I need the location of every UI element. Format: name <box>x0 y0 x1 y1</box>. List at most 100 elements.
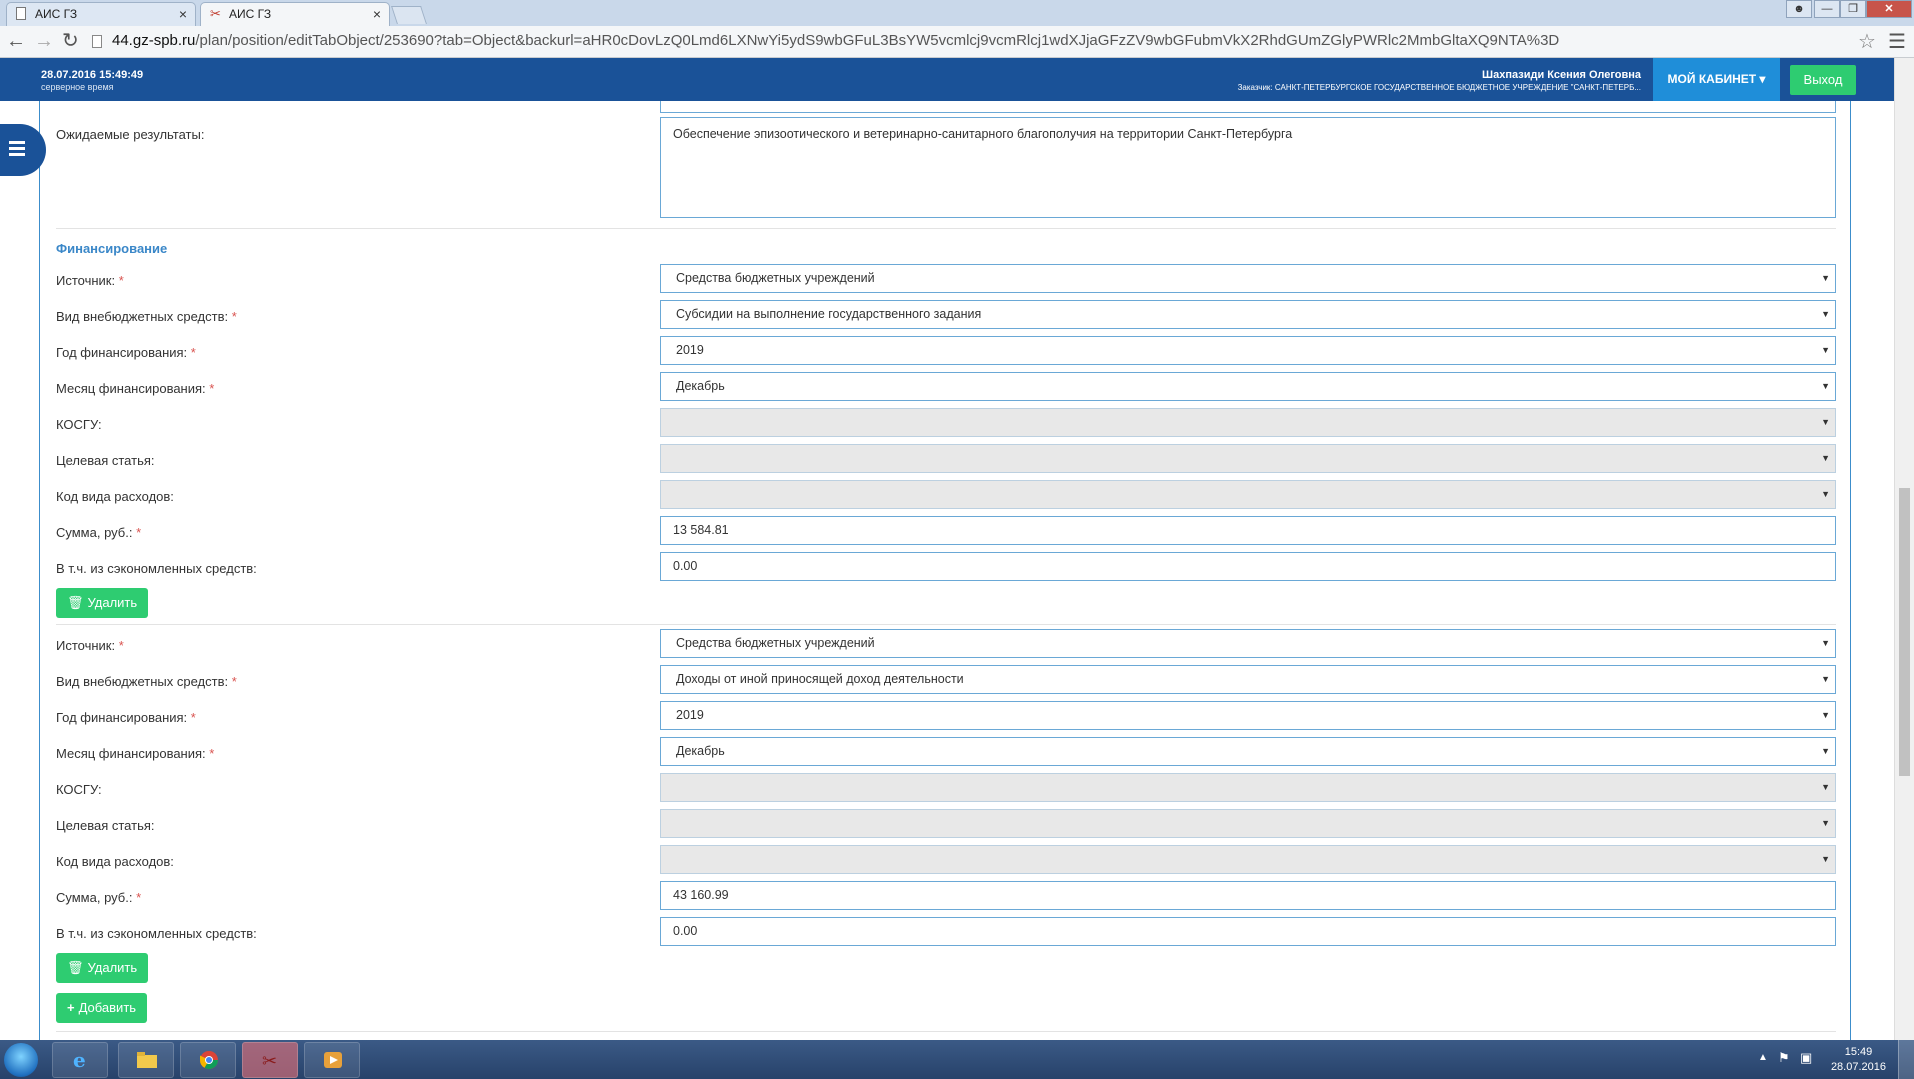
extra-budget-type-value: Доходы от иной приносящей доход деятельн… <box>676 672 964 686</box>
tray-flag-icon[interactable]: ⚑ <box>1778 1050 1790 1066</box>
svg-text:✂: ✂ <box>262 1051 277 1070</box>
page-scrollbar[interactable] <box>1894 58 1914 1040</box>
chrome-icon <box>200 1051 218 1070</box>
dropdown-arrow-icon: ▼ <box>1821 674 1830 684</box>
target-article-label: Целевая статья: <box>56 818 155 833</box>
dropdown-arrow-icon: ▼ <box>1821 489 1830 499</box>
svg-text:e: e <box>73 1050 86 1070</box>
browser-tab-2[interactable]: ✂ АИС ГЗ × <box>200 2 390 26</box>
dropdown-arrow-icon: ▼ <box>1821 746 1830 756</box>
show-desktop-button[interactable] <box>1898 1040 1914 1079</box>
start-button[interactable] <box>4 1043 38 1077</box>
my-cabinet-button[interactable]: МОЙ КАБИНЕТ ▾ <box>1653 58 1780 101</box>
expected-results-textarea[interactable]: Обеспечение эпизоотического и ветеринарн… <box>660 117 1836 218</box>
browser-tab-1[interactable]: АИС ГЗ × <box>6 2 196 26</box>
extra-budget-type-label: Вид внебюджетных средств: * <box>56 674 237 689</box>
internet-explorer-icon: e <box>73 1050 86 1070</box>
month-select[interactable]: Декабрь ▼ <box>660 737 1836 766</box>
month-select[interactable]: Декабрь ▼ <box>660 372 1836 401</box>
exit-button[interactable]: Выход <box>1790 65 1856 95</box>
saved-funds-input[interactable]: 0.00 <box>660 552 1836 581</box>
taskbar-chrome[interactable] <box>180 1042 236 1078</box>
taskbar-media-player[interactable] <box>304 1042 360 1078</box>
sum-input[interactable]: 13 584.81 <box>660 516 1836 545</box>
server-time-caption: серверное время <box>41 82 114 92</box>
reload-icon[interactable]: ↻ <box>62 30 79 52</box>
target-article-select: ▼ <box>660 809 1836 838</box>
page-info-icon[interactable] <box>92 35 102 48</box>
tab-title: АИС ГЗ <box>229 7 272 21</box>
kosgu-label: КОСГУ: <box>56 417 102 432</box>
year-value: 2019 <box>676 708 704 722</box>
dropdown-arrow-icon: ▼ <box>1821 417 1830 427</box>
year-label: Год финансирования: * <box>56 345 196 360</box>
close-icon[interactable]: × <box>373 3 381 25</box>
delete-button[interactable]: 🗑 Удалить <box>56 588 149 618</box>
restore-button[interactable]: ❐ <box>1840 0 1866 18</box>
user-name: Шахпазиди Ксения Олеговна <box>1482 69 1641 81</box>
extra-budget-type-label: Вид внебюджетных средств: * <box>56 309 237 324</box>
new-tab-button[interactable] <box>391 6 427 24</box>
add-button[interactable]: + Добавить <box>56 993 148 1023</box>
forward-arrow-icon[interactable]: → <box>34 30 54 52</box>
expense-code-label: Код вида расходов: <box>56 489 174 504</box>
minimize-button[interactable]: — <box>1814 0 1840 18</box>
taskbar-scissors-app[interactable]: ✂ <box>242 1042 298 1078</box>
dropdown-arrow-icon: ▼ <box>1821 818 1830 828</box>
month-value: Декабрь <box>676 744 725 758</box>
target-article-label: Целевая статья: <box>56 453 155 468</box>
extra-budget-type-select[interactable]: Доходы от иной приносящей доход деятельн… <box>660 665 1836 694</box>
dropdown-arrow-icon: ▼ <box>1821 638 1830 648</box>
tray-expand-icon[interactable]: ▲ <box>1758 1052 1768 1063</box>
trash-icon: 🗑 <box>67 960 84 975</box>
tab-title: АИС ГЗ <box>35 7 78 21</box>
dropdown-arrow-icon: ▼ <box>1821 854 1830 864</box>
taskbar-file-explorer[interactable] <box>118 1042 174 1078</box>
user-profile-icon[interactable]: ☻ <box>1786 0 1812 18</box>
dropdown-arrow-icon: ▼ <box>1821 309 1830 319</box>
source-value: Средства бюджетных учреждений <box>676 636 875 650</box>
close-icon[interactable]: × <box>179 3 187 25</box>
saved-funds-input[interactable]: 0.00 <box>660 917 1836 946</box>
back-arrow-icon[interactable]: ← <box>6 30 26 52</box>
expected-results-label: Ожидаемые результаты: <box>56 127 205 142</box>
tray-network-icon[interactable]: ▣ <box>1800 1050 1812 1066</box>
expense-code-label: Код вида расходов: <box>56 854 174 869</box>
browser-menu-icon[interactable]: ☰ <box>1888 29 1906 54</box>
customer-org: Заказчик: САНКТ-ПЕТЕРБУРГСКОЕ ГОСУДАРСТВ… <box>1237 83 1641 92</box>
taskbar-internet-explorer[interactable]: e <box>52 1042 108 1078</box>
year-label: Год финансирования: * <box>56 710 196 725</box>
dropdown-arrow-icon: ▼ <box>1821 381 1830 391</box>
extra-budget-type-value: Субсидии на выполнение государственного … <box>676 307 982 321</box>
dropdown-arrow-icon: ▼ <box>1821 782 1830 792</box>
caret-down-icon: ▾ <box>1759 72 1766 86</box>
source-select[interactable]: Средства бюджетных учреждений ▼ <box>660 629 1836 658</box>
extra-budget-type-select[interactable]: Субсидии на выполнение государственного … <box>660 300 1836 329</box>
source-value: Средства бюджетных учреждений <box>676 271 875 285</box>
scrollbar-thumb[interactable] <box>1899 488 1910 776</box>
target-article-select: ▼ <box>660 444 1836 473</box>
sum-input[interactable]: 43 160.99 <box>660 881 1836 910</box>
year-select[interactable]: 2019 ▼ <box>660 336 1836 365</box>
url-path: /plan/position/editTabObject/253690?tab=… <box>195 32 1560 49</box>
kosgu-label: КОСГУ: <box>56 782 102 797</box>
scissors-icon: ✂ <box>262 1051 277 1070</box>
window-close-button[interactable]: ✕ <box>1866 0 1912 18</box>
plus-icon: + <box>67 1000 75 1015</box>
source-label: Источник: * <box>56 638 124 653</box>
month-label: Месяц финансирования: * <box>56 746 215 761</box>
source-select[interactable]: Средства бюджетных учреждений ▼ <box>660 264 1836 293</box>
kosgu-select: ▼ <box>660 773 1836 802</box>
address-bar[interactable]: 44.gz-spb.ru/plan/position/editTabObject… <box>112 32 1559 49</box>
system-clock[interactable]: 15:49 28.07.2016 <box>1831 1045 1886 1075</box>
delete-button[interactable]: 🗑 Удалить <box>56 953 149 983</box>
year-select[interactable]: 2019 ▼ <box>660 701 1836 730</box>
page-icon <box>16 7 26 20</box>
kosgu-select: ▼ <box>660 408 1836 437</box>
previous-textarea-bottom[interactable] <box>660 101 1836 113</box>
expense-code-select: ▼ <box>660 480 1836 509</box>
saved-funds-label: В т.ч. из сэкономленных средств: <box>56 561 257 576</box>
clock-date: 28.07.2016 <box>1830 1061 1886 1073</box>
financing-section-title: Финансирование <box>56 241 168 256</box>
bookmark-star-icon[interactable]: ☆ <box>1858 29 1876 54</box>
